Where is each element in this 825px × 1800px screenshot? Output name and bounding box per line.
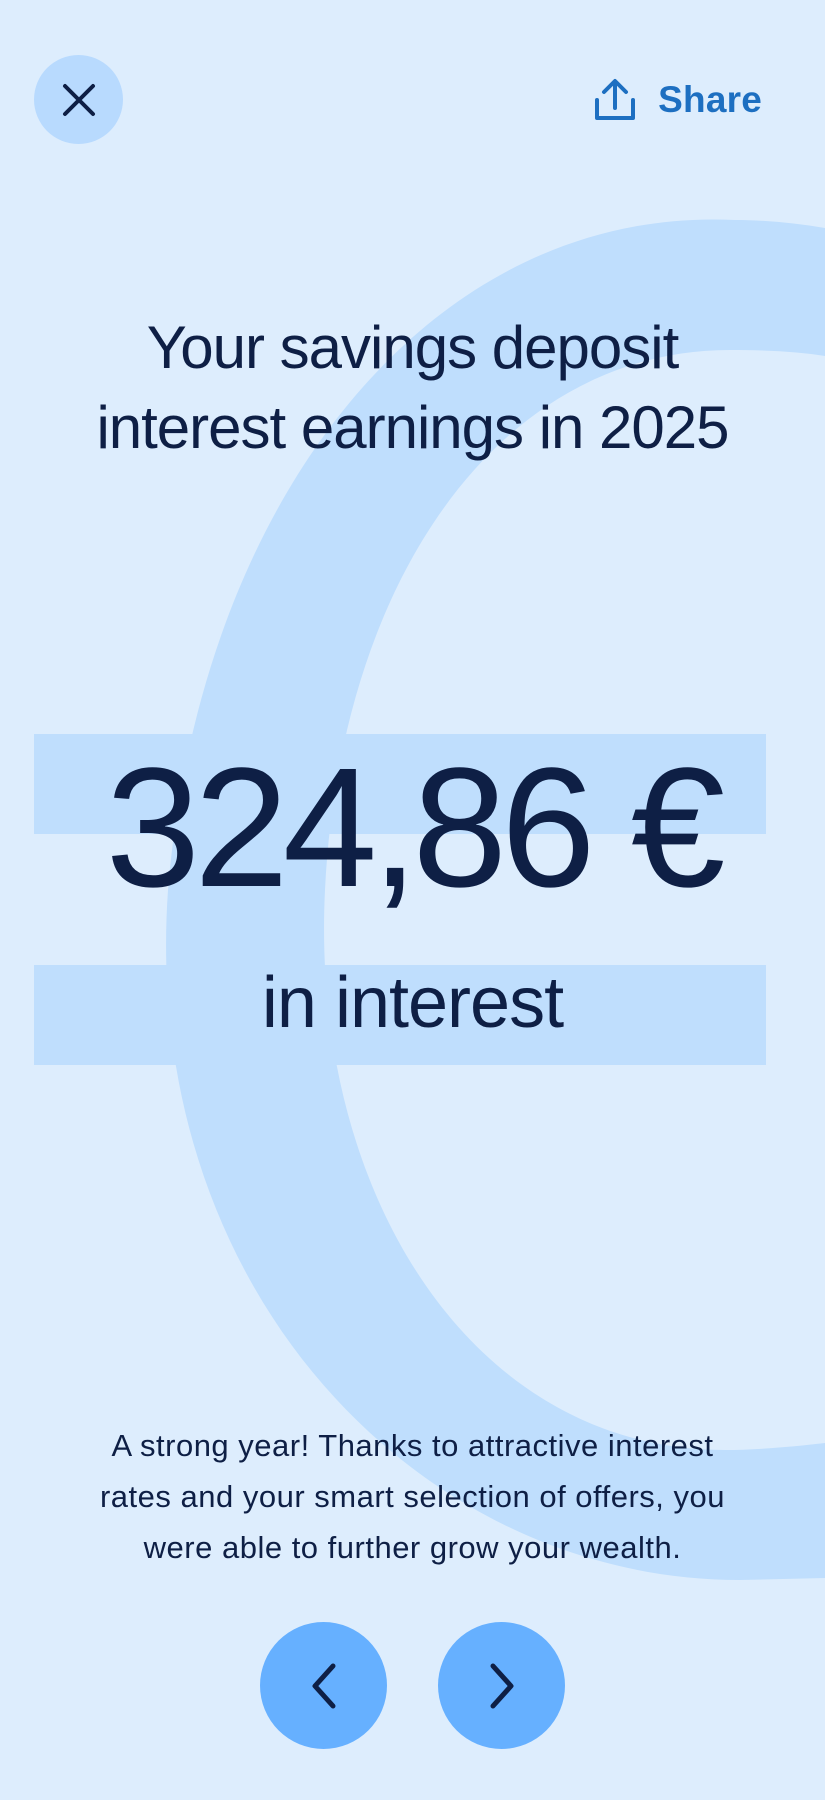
close-icon [62, 83, 95, 116]
close-button[interactable] [34, 55, 123, 144]
share-label: Share [658, 79, 762, 120]
year-review-screen: Share Your savings deposit interest earn… [0, 0, 825, 1800]
description-line: were able to further grow your wealth. [143, 1530, 682, 1565]
headline-line: Your savings deposit [146, 314, 679, 381]
chevron-left-icon [312, 1663, 335, 1708]
share-upload-icon [595, 79, 636, 120]
share-button[interactable]: Share [594, 74, 762, 126]
description-line: A strong year! Thanks to attractive inte… [111, 1428, 714, 1463]
description-text: A strong year! Thanks to attractive inte… [55, 1420, 770, 1573]
chevron-right-icon [490, 1663, 513, 1708]
next-button[interactable] [438, 1622, 565, 1749]
interest-caption: in interest [261, 963, 564, 1043]
page-title: Your savings deposit interest earnings i… [40, 308, 785, 468]
description-line: rates and your smart selection of offers… [99, 1479, 725, 1514]
interest-amount: 324,86 € [105, 733, 726, 923]
previous-button[interactable] [260, 1622, 387, 1749]
headline-line: interest earnings in 2025 [96, 394, 729, 461]
